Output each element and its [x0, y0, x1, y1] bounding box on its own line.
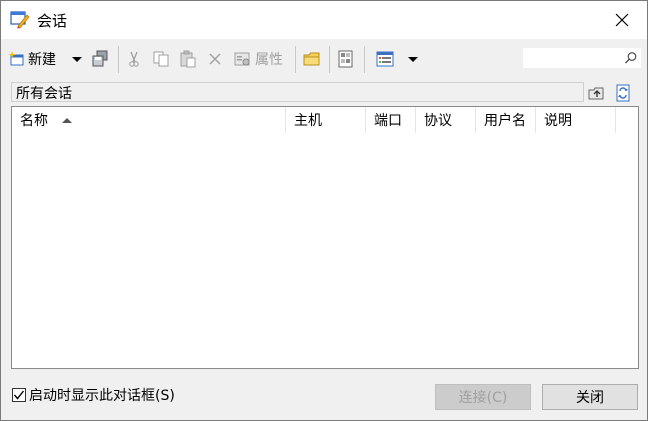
- folder-icon: [303, 52, 320, 66]
- show-on-startup-checkbox[interactable]: 启动时显示此对话框(S): [12, 385, 175, 405]
- save-session-button[interactable]: [91, 47, 109, 71]
- refresh-icon: [616, 84, 630, 102]
- refresh-button[interactable]: [614, 84, 632, 102]
- column-header-port[interactable]: 端口: [366, 107, 416, 133]
- column-header-label: 用户名: [484, 113, 526, 129]
- paste-button[interactable]: [179, 47, 197, 71]
- list-view-icon: [376, 51, 394, 67]
- title-bar: 会话: [1, 1, 647, 39]
- delete-x-icon: [209, 53, 221, 65]
- column-header-label: 说明: [544, 113, 572, 129]
- toolbar-separator: [295, 46, 296, 73]
- folder-path-label: 所有会话: [16, 86, 72, 102]
- view-mode-button[interactable]: [376, 47, 394, 71]
- column-header-label: 端口: [374, 113, 402, 129]
- list-header: 名称 主机 端口 协议 用户名 说明: [12, 107, 638, 133]
- search-box: [523, 48, 641, 68]
- search-input[interactable]: [526, 50, 622, 66]
- checkmark-icon: [13, 390, 25, 400]
- paste-icon: [180, 50, 196, 68]
- column-header-name[interactable]: 名称: [12, 107, 286, 133]
- column-header-username[interactable]: 用户名: [476, 107, 536, 133]
- scissors-icon: [129, 51, 139, 67]
- close-icon: [615, 13, 629, 27]
- column-header-protocol[interactable]: 协议: [416, 107, 476, 133]
- column-header-host[interactable]: 主机: [286, 107, 366, 133]
- sort-ascending-icon: [62, 117, 72, 123]
- checkbox-box[interactable]: [12, 388, 26, 402]
- session-app-icon: [10, 9, 30, 29]
- column-header-label: 主机: [294, 113, 322, 129]
- window-title: 会话: [37, 12, 68, 30]
- save-stack-icon: [92, 50, 108, 67]
- close-window-button[interactable]: [605, 5, 639, 35]
- chevron-down-icon: [408, 57, 418, 62]
- toolbar-separator: [329, 46, 330, 73]
- toolbar-separator: [118, 46, 119, 73]
- connect-button-label: 连接(C): [458, 390, 508, 406]
- chevron-down-icon: [72, 57, 82, 62]
- connect-button[interactable]: 连接(C): [435, 384, 531, 410]
- properties-button[interactable]: 属性: [234, 47, 283, 71]
- parent-folder-button[interactable]: [588, 84, 606, 102]
- new-session-button[interactable]: 新建: [8, 47, 56, 71]
- folder-path-bar: 所有会话: [11, 82, 584, 102]
- session-list[interactable]: 名称 主机 端口 协议 用户名 说明: [11, 106, 639, 369]
- new-folder-button[interactable]: [303, 47, 321, 71]
- new-session-icon: [8, 51, 24, 66]
- cut-button[interactable]: [126, 47, 142, 71]
- toolbar-separator: [364, 46, 365, 73]
- column-header-label: 协议: [424, 113, 452, 129]
- column-header-description[interactable]: 说明: [536, 107, 616, 133]
- folder-up-icon: [588, 87, 604, 100]
- search-icon[interactable]: [624, 51, 638, 65]
- view-mode-dropdown-button[interactable]: [407, 47, 419, 71]
- new-session-label: 新建: [28, 52, 56, 68]
- session-dialog: 会话 新建 属性 所有会话 名称 主机 端口 协议 用户名 说明 启动时显示此对…: [0, 0, 648, 421]
- new-dropdown-button[interactable]: [71, 47, 83, 71]
- column-header-label: 名称: [20, 113, 48, 129]
- delete-button[interactable]: [207, 47, 223, 71]
- show-on-startup-label: 启动时显示此对话框(S): [29, 388, 175, 404]
- copy-button[interactable]: [152, 47, 170, 71]
- copy-icon: [153, 51, 169, 67]
- grid-icon: [338, 50, 353, 68]
- close-button-label: 关闭: [576, 390, 604, 406]
- close-button[interactable]: 关闭: [542, 384, 638, 410]
- properties-label: 属性: [255, 52, 283, 68]
- properties-icon: [234, 52, 250, 66]
- session-properties-button[interactable]: [337, 47, 355, 71]
